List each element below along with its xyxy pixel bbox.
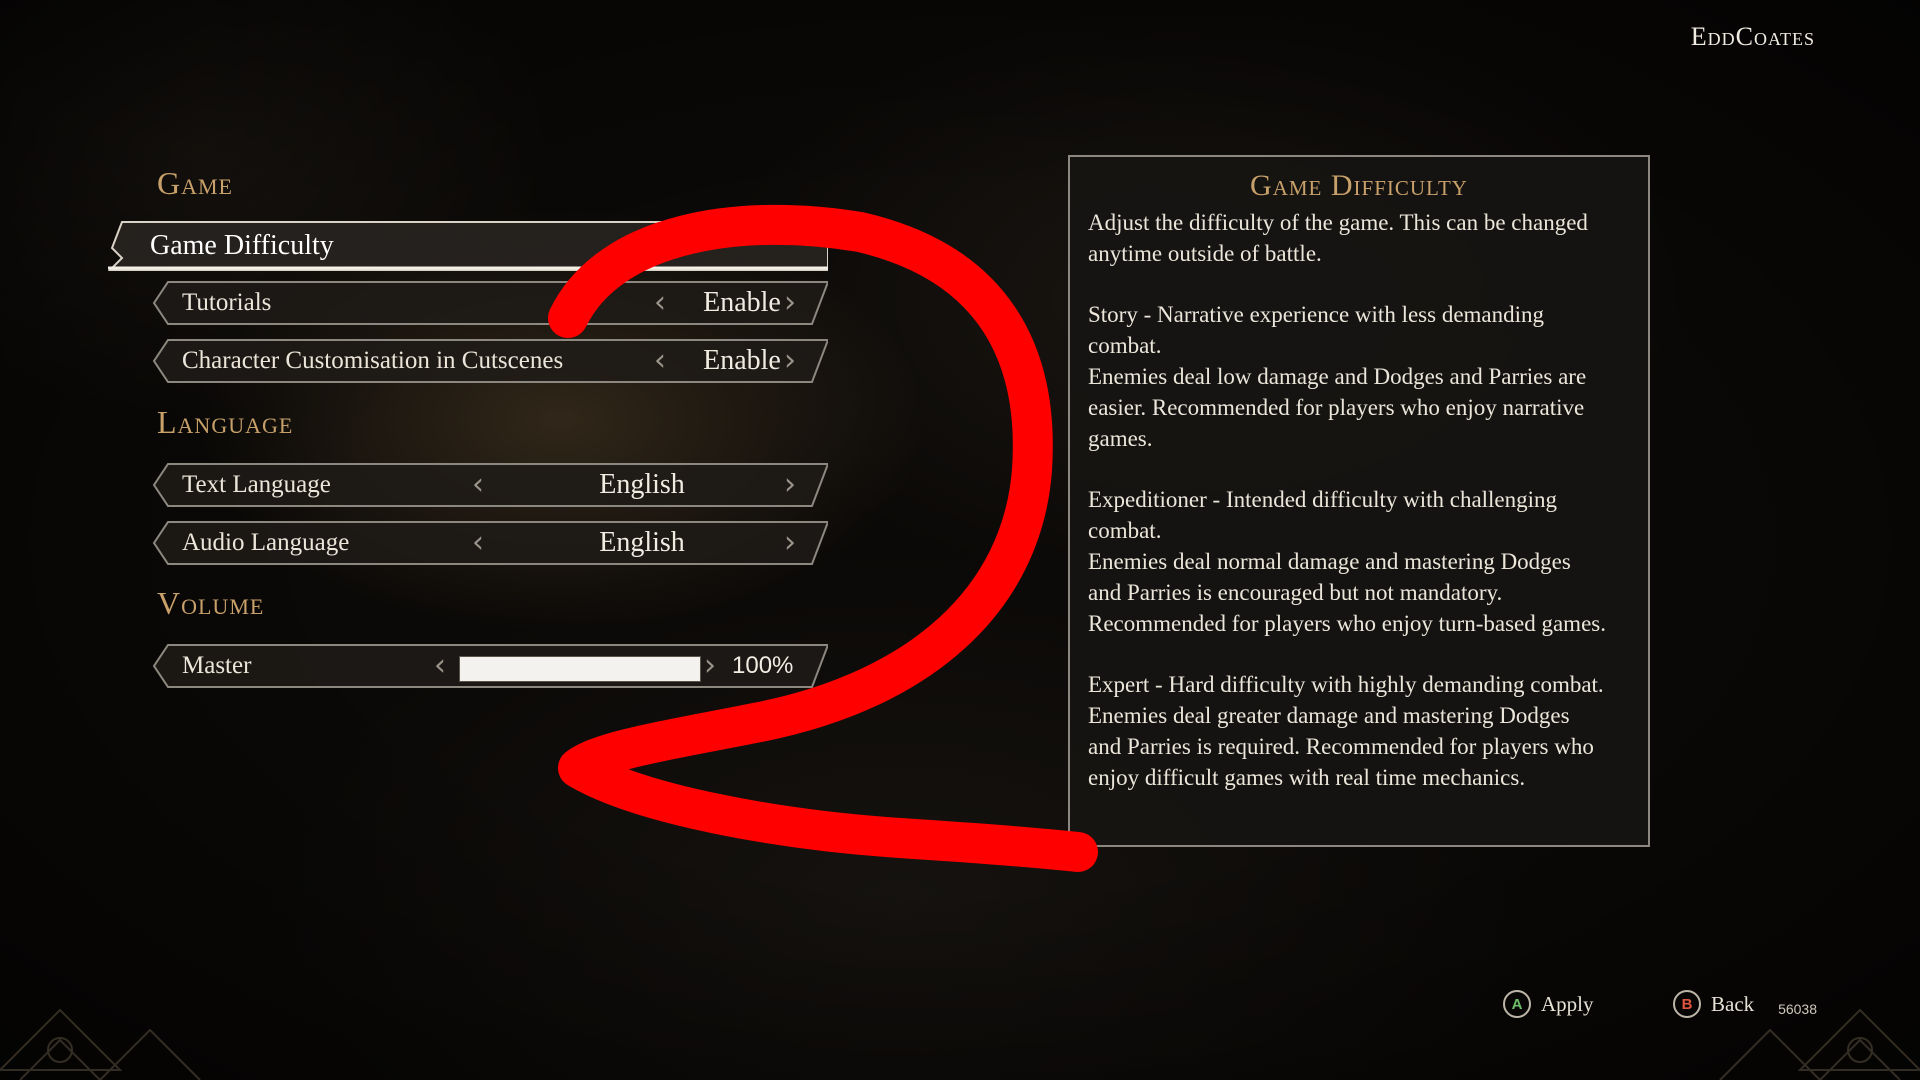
setting-master-volume[interactable]: Master ‹ › 100% bbox=[152, 643, 828, 689]
info-line: easier. Recommended for players who enjo… bbox=[1088, 395, 1585, 420]
info-line: Recommended for players who enjoy turn-b… bbox=[1088, 611, 1606, 636]
info-story: Story - Narrative experience with less d… bbox=[1088, 299, 1634, 454]
username: EddCoates bbox=[1690, 22, 1815, 51]
apply-label: Apply bbox=[1541, 991, 1594, 1016]
info-line: Expeditioner - Intended difficulty with … bbox=[1088, 487, 1558, 512]
chevron-left-icon[interactable]: ‹ bbox=[472, 528, 484, 558]
ornament-left bbox=[0, 1008, 201, 1080]
info-line: games. bbox=[1088, 426, 1153, 451]
info-line: Expert - Hard difficulty with highly dem… bbox=[1088, 672, 1604, 697]
volume-value: 100% bbox=[732, 652, 794, 679]
setting-label: Tutorials bbox=[182, 289, 272, 316]
setting-label: Game Difficulty bbox=[150, 230, 334, 261]
chevron-left-icon[interactable]: ‹ bbox=[654, 346, 666, 376]
a-button-icon: A bbox=[1503, 990, 1531, 1018]
info-line: Enemies deal greater damage and masterin… bbox=[1088, 703, 1570, 728]
setting-label: Audio Language bbox=[182, 529, 350, 556]
back-label: Back bbox=[1711, 991, 1755, 1016]
setting-game-difficulty[interactable]: Game Difficulty ‹ E bbox=[108, 220, 828, 272]
info-panel-title: Game Difficulty bbox=[1250, 169, 1468, 202]
apply-button[interactable]: A Apply bbox=[1503, 990, 1594, 1018]
info-line: enjoy difficult games with real time mec… bbox=[1088, 765, 1526, 790]
chevron-right-icon[interactable]: › bbox=[784, 346, 796, 376]
chevron-left-icon[interactable]: ‹ bbox=[472, 470, 484, 500]
setting-character-customisation[interactable]: Character Customisation in Cutscenes ‹ E… bbox=[152, 338, 828, 384]
info-line: Adjust the difficulty of the game. This … bbox=[1088, 210, 1588, 235]
chevron-left-icon[interactable]: ‹ bbox=[610, 231, 622, 261]
chevron-left-icon[interactable]: ‹ bbox=[434, 651, 446, 681]
chevron-right-icon[interactable]: › bbox=[704, 651, 716, 681]
setting-audio-language[interactable]: Audio Language ‹ English › bbox=[152, 520, 828, 566]
section-title-language: Language bbox=[157, 404, 294, 440]
section-title-game: Game bbox=[157, 165, 233, 201]
volume-slider-fill bbox=[460, 657, 700, 681]
info-line: combat. bbox=[1088, 518, 1162, 543]
info-line: combat. bbox=[1088, 333, 1162, 358]
info-line: and Parries is required. Recommended for… bbox=[1088, 734, 1594, 759]
chevron-right-icon[interactable]: › bbox=[784, 470, 796, 500]
info-panel-body: Adjust the difficulty of the game. This … bbox=[1070, 203, 1648, 793]
info-line: Story - Narrative experience with less d… bbox=[1088, 302, 1545, 327]
setting-label: Character Customisation in Cutscenes bbox=[182, 347, 564, 374]
info-line: and Parries is encouraged but not mandat… bbox=[1088, 580, 1503, 605]
setting-text-language[interactable]: Text Language ‹ English › bbox=[152, 462, 828, 508]
info-line: Enemies deal low damage and Dodges and P… bbox=[1088, 364, 1587, 389]
setting-value: English bbox=[599, 527, 685, 558]
info-line: anytime outside of battle. bbox=[1088, 241, 1322, 266]
setting-label: Text Language bbox=[182, 471, 331, 498]
chevron-right-icon[interactable]: › bbox=[784, 288, 796, 318]
back-button[interactable]: B Back bbox=[1673, 990, 1754, 1018]
chevron-right-icon[interactable]: › bbox=[784, 528, 796, 558]
info-line: Enemies deal normal damage and mastering… bbox=[1088, 549, 1571, 574]
info-expeditioner: Expeditioner - Intended difficulty with … bbox=[1088, 484, 1634, 639]
chevron-left-icon[interactable]: ‹ bbox=[654, 288, 666, 318]
setting-value: English bbox=[599, 469, 685, 500]
volume-slider[interactable] bbox=[459, 656, 701, 682]
info-expert: Expert - Hard difficulty with highly dem… bbox=[1088, 669, 1634, 793]
build-number: 56038 bbox=[1778, 1001, 1817, 1017]
setting-tutorials[interactable]: Tutorials ‹ Enable › bbox=[152, 280, 828, 326]
b-button-icon: B bbox=[1673, 990, 1701, 1018]
setting-value: E bbox=[638, 230, 656, 261]
section-title-volume: Volume bbox=[157, 585, 265, 621]
info-panel: Game Difficulty Adjust the difficulty of… bbox=[1068, 155, 1650, 847]
setting-label: Master bbox=[182, 652, 252, 679]
info-intro: Adjust the difficulty of the game. This … bbox=[1088, 207, 1634, 269]
